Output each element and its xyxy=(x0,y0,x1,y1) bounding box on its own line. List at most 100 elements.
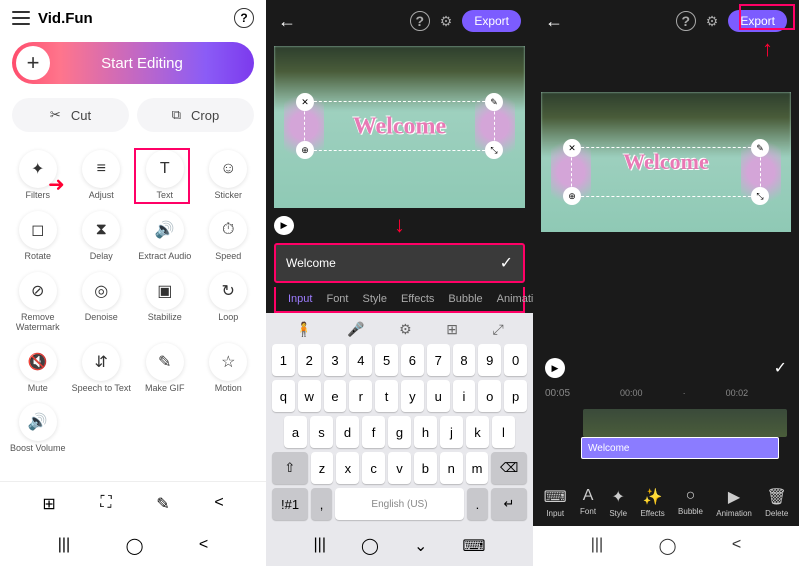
key-f[interactable]: f xyxy=(362,416,385,448)
key-k[interactable]: k xyxy=(466,416,489,448)
confirm-icon[interactable]: ✓ xyxy=(500,253,513,273)
handle-bl[interactable]: ⊕ xyxy=(296,141,314,159)
tab-bubble[interactable]: Bubble xyxy=(448,293,482,305)
key-enter[interactable]: ↵ xyxy=(491,488,527,520)
handle-br[interactable]: ⤡ xyxy=(751,187,769,205)
help-icon[interactable]: ? xyxy=(676,11,696,31)
key-4[interactable]: 4 xyxy=(349,344,372,376)
kb-expand[interactable]: ⤢ xyxy=(492,321,503,338)
cut-button[interactable]: ✂Cut xyxy=(12,98,129,132)
video-track[interactable] xyxy=(583,409,787,437)
key-shift[interactable]: ⇧ xyxy=(272,452,308,484)
key-c[interactable]: c xyxy=(362,452,385,484)
key-q[interactable]: q xyxy=(272,380,295,412)
text-clip[interactable]: Welcome xyxy=(581,437,779,459)
key-5[interactable]: 5 xyxy=(375,344,398,376)
tool-denoise[interactable]: ◎Denoise xyxy=(70,268,134,337)
tool-rotate[interactable]: ◻Rotate xyxy=(6,207,70,266)
crop-button[interactable]: ⧉Crop xyxy=(137,98,254,132)
nav-recent[interactable]: ||| xyxy=(58,536,70,556)
start-editing-button[interactable]: + Start Editing xyxy=(12,42,254,84)
key-u[interactable]: u xyxy=(427,380,450,412)
tool-boost-volume[interactable]: 🔊Boost Volume xyxy=(6,399,70,458)
key-r[interactable]: r xyxy=(349,380,372,412)
export-button[interactable]: Export xyxy=(462,10,521,32)
tool-mute[interactable]: 🔇Mute xyxy=(6,339,70,398)
nav-back[interactable]: < xyxy=(732,536,741,556)
menu-icon[interactable] xyxy=(12,11,30,25)
key-l[interactable]: l xyxy=(492,416,515,448)
text-input[interactable] xyxy=(286,256,492,270)
kb-gear[interactable]: ⚙ xyxy=(399,321,412,338)
tool-delete[interactable]: 🗑Delete xyxy=(765,487,788,518)
handle-tl[interactable]: ✕ xyxy=(563,139,581,157)
key-3[interactable]: 3 xyxy=(324,344,347,376)
nav-back[interactable]: < xyxy=(199,536,208,556)
share-icon[interactable]: < xyxy=(214,494,223,514)
key-9[interactable]: 9 xyxy=(478,344,501,376)
tab-input[interactable]: Input xyxy=(288,293,312,305)
key-x[interactable]: x xyxy=(336,452,359,484)
tool-remove-watermark[interactable]: ⊘Remove Watermark xyxy=(6,268,70,337)
key-o[interactable]: o xyxy=(478,380,501,412)
kb-mic[interactable]: 🎤 xyxy=(347,321,364,338)
back-icon[interactable]: ← xyxy=(278,11,296,32)
nav-recent[interactable]: ||| xyxy=(591,536,603,556)
key-b[interactable]: b xyxy=(414,452,437,484)
scan-icon[interactable]: ⛶ xyxy=(100,494,111,514)
tool-stabilize[interactable]: ▣Stabilize xyxy=(133,268,197,337)
grid-icon[interactable]: ⊞ xyxy=(42,494,55,514)
key-6[interactable]: 6 xyxy=(401,344,424,376)
help-icon[interactable]: ? xyxy=(234,8,254,28)
kb-grid[interactable]: ⊞ xyxy=(446,321,458,338)
key-period[interactable]: . xyxy=(467,488,488,520)
nav-recent[interactable]: ||| xyxy=(314,536,326,556)
tool-loop[interactable]: ↻Loop xyxy=(197,268,261,337)
nav-home[interactable]: ◯ xyxy=(126,536,144,556)
nav-home[interactable]: ◯ xyxy=(361,536,379,556)
kb-emoji[interactable]: 🧍 xyxy=(295,321,312,338)
key-d[interactable]: d xyxy=(336,416,359,448)
key-j[interactable]: j xyxy=(440,416,463,448)
key-t[interactable]: t xyxy=(375,380,398,412)
key-h[interactable]: h xyxy=(414,416,437,448)
key-y[interactable]: y xyxy=(401,380,424,412)
tab-font[interactable]: Font xyxy=(326,293,348,305)
play-button[interactable]: ▶ xyxy=(545,358,565,378)
handle-tr[interactable]: ✎ xyxy=(485,93,503,111)
tool-bubble[interactable]: ○Bubble xyxy=(678,487,703,518)
tool-motion[interactable]: ☆Motion xyxy=(197,339,261,398)
video-preview[interactable]: Welcome ✕ ✎ ⊕ ⤡ xyxy=(274,46,525,208)
tab-effects[interactable]: Effects xyxy=(401,293,434,305)
key-i[interactable]: i xyxy=(453,380,476,412)
handle-bl[interactable]: ⊕ xyxy=(563,187,581,205)
key-m[interactable]: m xyxy=(466,452,489,484)
tool-style[interactable]: ✦Style xyxy=(609,487,627,518)
confirm-icon[interactable]: ✓ xyxy=(774,358,787,378)
tool-sticker[interactable]: ☺Sticker xyxy=(197,146,261,205)
key-z[interactable]: z xyxy=(311,452,334,484)
nav-home[interactable]: ◯ xyxy=(659,536,677,556)
play-button[interactable]: ▶ xyxy=(274,216,294,235)
key-7[interactable]: 7 xyxy=(427,344,450,376)
key-2[interactable]: 2 xyxy=(298,344,321,376)
key-1[interactable]: 1 xyxy=(272,344,295,376)
key-0[interactable]: 0 xyxy=(504,344,527,376)
tool-speech-to-text[interactable]: ⇵Speech to Text xyxy=(70,339,134,398)
key-comma[interactable]: , xyxy=(311,488,332,520)
key-8[interactable]: 8 xyxy=(453,344,476,376)
key-symbols[interactable]: !#1 xyxy=(272,488,308,520)
tool-font[interactable]: AFont xyxy=(580,487,596,518)
magic-icon[interactable]: ✎ xyxy=(156,494,169,514)
key-space[interactable]: English (US) xyxy=(335,488,464,520)
key-p[interactable]: p xyxy=(504,380,527,412)
key-a[interactable]: a xyxy=(284,416,307,448)
key-s[interactable]: s xyxy=(310,416,333,448)
tool-input[interactable]: ⌨Input xyxy=(544,487,567,518)
gear-icon[interactable]: ⚙ xyxy=(706,13,719,30)
key-g[interactable]: g xyxy=(388,416,411,448)
key-n[interactable]: n xyxy=(440,452,463,484)
video-preview[interactable]: Welcome ✕ ✎ ⊕ ⤡ xyxy=(541,92,791,232)
nav-back[interactable]: ⌄ xyxy=(414,536,427,556)
handle-br[interactable]: ⤡ xyxy=(485,141,503,159)
